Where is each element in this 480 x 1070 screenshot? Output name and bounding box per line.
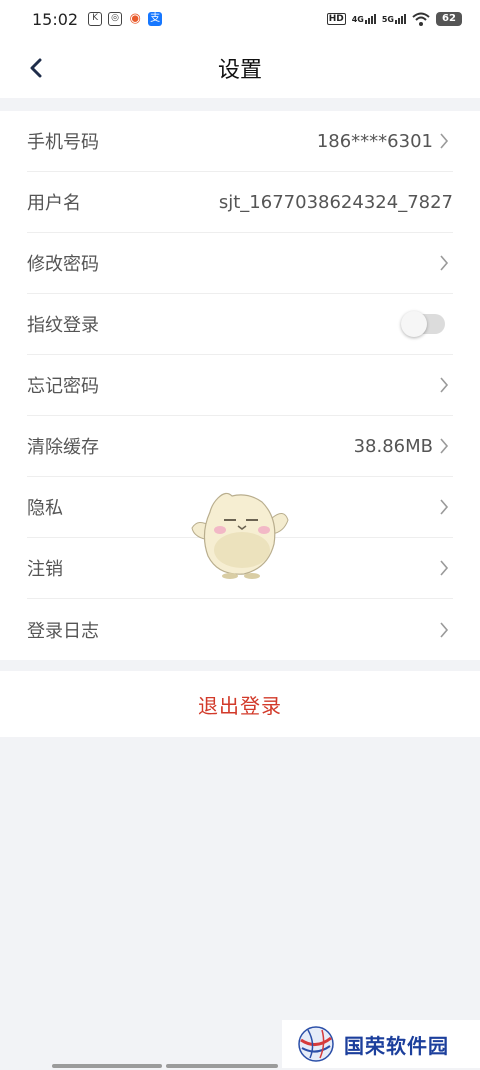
watermark: 国荣软件园 xyxy=(282,1020,480,1068)
settings-row-username: 用户名 sjt_1677038624324_7827 xyxy=(27,172,453,233)
chevron-left-icon xyxy=(30,58,42,78)
settings-row-fingerprint: 指纹登录 xyxy=(27,294,453,355)
nav-bar: 设置 xyxy=(0,38,480,98)
floating-mascot-icon[interactable] xyxy=(188,488,294,582)
row-label: 清除缓存 xyxy=(27,437,99,458)
fingerprint-toggle[interactable] xyxy=(401,311,445,337)
watermark-text: 国荣软件园 xyxy=(344,1033,449,1058)
signal-5g-icon: 5G xyxy=(382,14,406,24)
username-value: sjt_1677038624324_7827 xyxy=(218,191,453,213)
row-label: 隐私 xyxy=(27,498,63,519)
camera-app-icon: ◎ xyxy=(108,12,123,26)
chevron-right-icon xyxy=(439,621,453,639)
row-label: 手机号码 xyxy=(27,132,99,153)
row-label: 修改密码 xyxy=(27,254,99,275)
globe-logo-icon xyxy=(298,1026,334,1062)
chevron-right-icon xyxy=(439,498,453,516)
logout-section: 退出登录 xyxy=(0,671,480,737)
cache-size-value: 38.86MB xyxy=(353,435,433,457)
status-time: 15:02 xyxy=(32,9,79,29)
signal-bar xyxy=(370,16,373,24)
row-label: 指纹登录 xyxy=(27,315,99,336)
weibo-icon: ◉ xyxy=(129,11,141,26)
chevron-right-icon xyxy=(439,132,453,150)
signal-4g-icon: 4G xyxy=(352,14,376,24)
row-label: 用户名 xyxy=(27,193,81,214)
settings-row-forgot-password[interactable]: 忘记密码 xyxy=(27,355,453,416)
settings-row-change-password[interactable]: 修改密码 xyxy=(27,233,453,294)
logout-button[interactable]: 退出登录 xyxy=(198,690,282,719)
signal-bar xyxy=(401,16,403,24)
signal-bar xyxy=(373,14,376,24)
chevron-right-icon xyxy=(439,376,453,394)
settings-row-phone[interactable]: 手机号码 186****6301 xyxy=(27,111,453,172)
network-5g-label: 5G xyxy=(381,15,394,24)
wifi-icon xyxy=(412,12,430,26)
home-indicator xyxy=(52,1064,162,1068)
chevron-right-icon xyxy=(439,437,453,455)
toggle-knob xyxy=(401,311,427,337)
chevron-right-icon xyxy=(439,254,453,272)
back-button[interactable] xyxy=(18,50,54,86)
status-bar: 15:02 K ◎ ◉ 支 HD 4G 5G 62 xyxy=(0,0,480,38)
row-label: 注销 xyxy=(27,559,63,580)
signal-bar xyxy=(367,18,370,24)
status-app-icons: K ◎ ◉ 支 xyxy=(88,11,163,26)
network-4g-label: 4G xyxy=(351,15,364,24)
signal-bar xyxy=(395,20,397,24)
phone-value: 186****6301 xyxy=(316,130,433,152)
hd-voice-icon: HD xyxy=(326,13,346,25)
status-indicators: HD 4G 5G 62 xyxy=(326,12,462,26)
settings-row-login-log[interactable]: 登录日志 xyxy=(27,599,453,660)
settings-row-clear-cache[interactable]: 清除缓存 38.86MB xyxy=(27,416,453,477)
signal-bar xyxy=(398,18,400,24)
signal-bar xyxy=(404,14,406,24)
chevron-right-icon xyxy=(439,559,453,577)
battery-icon: 62 xyxy=(436,12,462,26)
row-label: 忘记密码 xyxy=(27,376,99,397)
row-label: 登录日志 xyxy=(27,620,99,642)
page-title: 设置 xyxy=(217,58,262,83)
signal-bar xyxy=(364,20,367,24)
k-app-icon: K xyxy=(88,12,103,26)
alipay-icon: 支 xyxy=(148,12,163,26)
home-indicator xyxy=(166,1064,278,1068)
